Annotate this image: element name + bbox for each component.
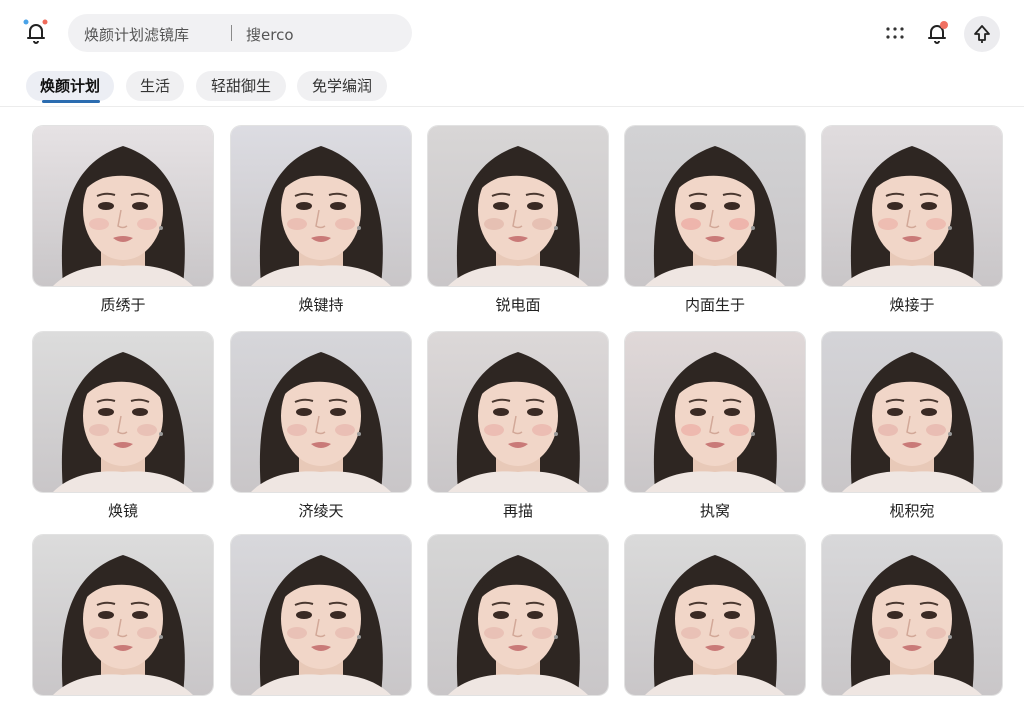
portrait-image [625,332,805,492]
filter-label: 内面生于 [684,296,745,314]
category-tabs: 焕颜计划 生活 轻甜御生 免学编润 [0,66,1024,107]
filter-card[interactable]: 质绣于 [33,126,213,315]
filter-card[interactable]: 焕键持 [231,126,411,315]
filter-thumbnail[interactable] [33,332,213,492]
filter-thumbnail[interactable] [231,332,411,492]
filter-label: 焕键持 [298,296,344,314]
filter-card[interactable]: 执窝 [625,332,805,521]
tab-0[interactable]: 焕颜计划 [26,71,114,101]
filter-card[interactable] [428,535,608,724]
filter-label [822,704,1002,724]
tab-3[interactable]: 免学编润 [297,71,387,101]
filter-thumbnail[interactable] [33,535,213,695]
filter-label [625,704,805,724]
filter-thumbnail[interactable] [428,332,608,492]
filter-label: 济绫天 [298,502,344,520]
filter-label [33,704,213,724]
filter-label: 再描 [502,502,533,520]
filter-thumbnail[interactable] [822,126,1002,286]
filter-label: 执窝 [699,502,730,520]
tab-1[interactable]: 生活 [126,71,184,101]
filter-label: 焕镜 [107,502,138,520]
filter-label [231,704,411,724]
portrait-image [822,126,1002,286]
filter-thumbnail[interactable] [822,535,1002,695]
dots-grid-icon[interactable] [880,18,910,48]
portrait-image [33,126,213,286]
portrait-image [33,332,213,492]
filter-thumbnail[interactable] [428,535,608,695]
filter-thumbnail[interactable] [822,332,1002,492]
search-input[interactable]: 焕颜计划滤镜库 搜erco [68,14,412,52]
portrait-image [428,332,608,492]
filter-label [428,704,608,724]
portrait-image [33,535,213,695]
search-divider [231,25,232,41]
filter-card[interactable] [33,535,213,724]
portrait-image [231,535,411,695]
portrait-image [231,332,411,492]
search-hint: 搜erco [246,26,294,44]
portrait-image [625,126,805,286]
filter-card[interactable]: 焕接于 [822,126,1002,315]
filter-card[interactable]: 内面生于 [625,126,805,315]
filter-card[interactable]: 锐电面 [428,126,608,315]
filter-label: 焕接于 [889,296,935,314]
filter-label: 枧积宛 [889,502,935,520]
top-bar: 焕颜计划滤镜库 搜erco [0,0,1024,66]
filter-card[interactable] [822,535,1002,724]
upload-icon [974,25,990,43]
filter-thumbnail[interactable] [428,126,608,286]
bell-sparkle-icon[interactable] [22,18,50,46]
filter-label: 锐电面 [495,296,541,314]
upload-button[interactable] [964,16,1000,52]
filter-card[interactable]: 再描 [428,332,608,521]
portrait-image [822,535,1002,695]
filter-thumbnail[interactable] [625,332,805,492]
filter-card[interactable] [231,535,411,724]
filter-card[interactable] [625,535,805,724]
portrait-image [822,332,1002,492]
bell-icon[interactable] [922,18,952,48]
filter-thumbnail[interactable] [625,126,805,286]
tab-2[interactable]: 轻甜御生 [196,71,286,101]
active-tab-indicator [42,100,100,103]
portrait-image [231,126,411,286]
portrait-image [625,535,805,695]
filter-card[interactable]: 济绫天 [231,332,411,521]
filter-thumbnail[interactable] [625,535,805,695]
filter-thumbnail[interactable] [33,126,213,286]
filter-card[interactable]: 焕镜 [33,332,213,521]
filter-thumbnail[interactable] [231,126,411,286]
portrait-image [428,126,608,286]
filter-card[interactable]: 枧积宛 [822,332,1002,521]
filter-label: 质绣于 [100,296,146,314]
portrait-image [428,535,608,695]
search-query-text: 焕颜计划滤镜库 [84,26,190,44]
filter-thumbnail[interactable] [231,535,411,695]
